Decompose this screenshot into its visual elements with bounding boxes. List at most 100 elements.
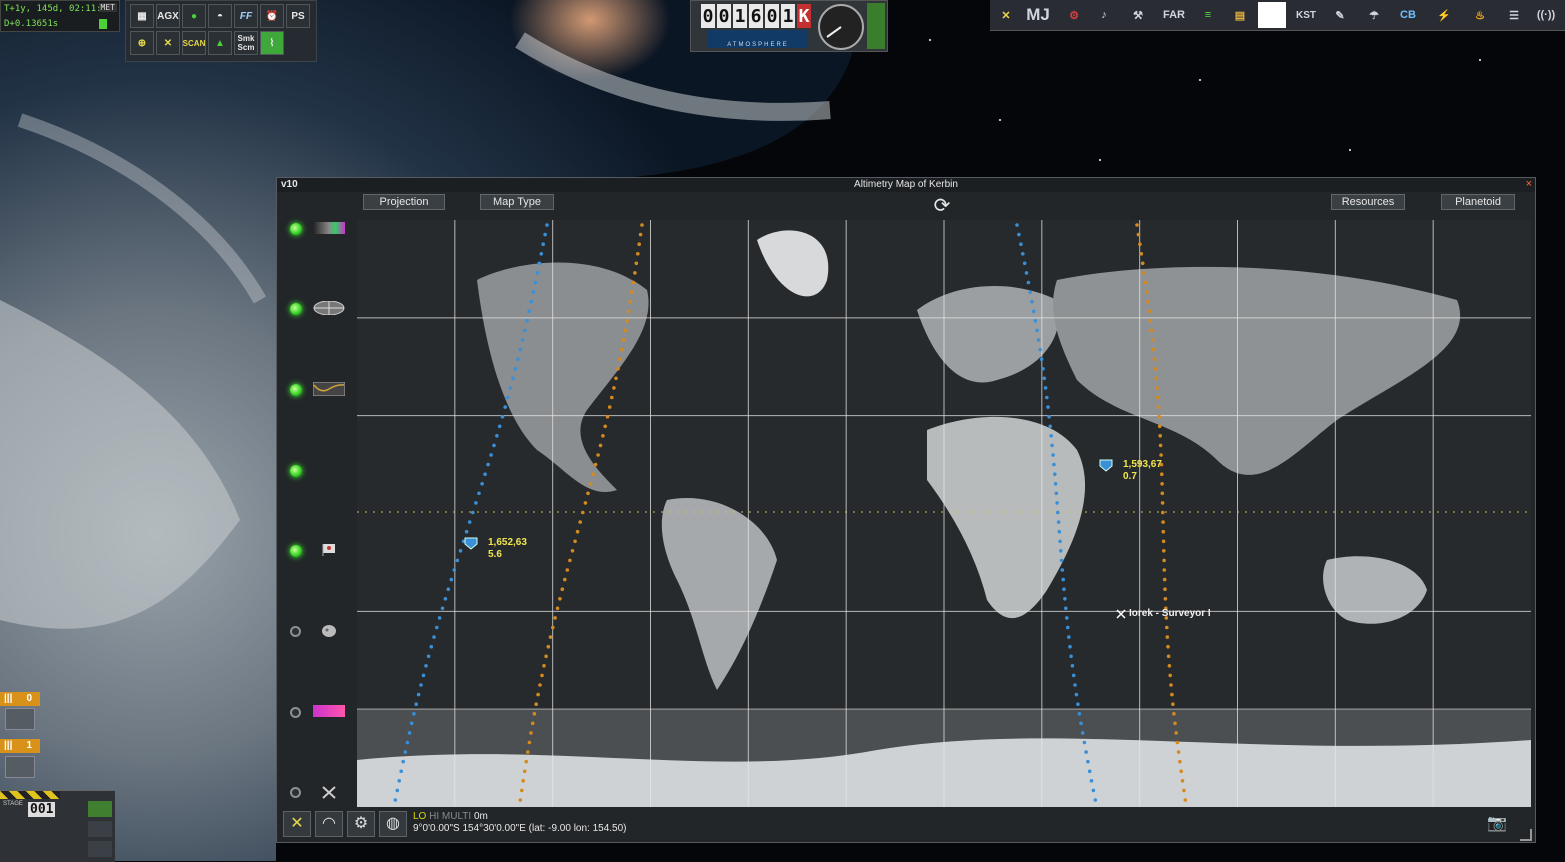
- track-dot-blue: [464, 529, 469, 534]
- track-dot-orange: [548, 635, 553, 639]
- palette-icon[interactable]: ◍: [379, 811, 407, 837]
- toggle-tools-led[interactable]: [290, 787, 301, 798]
- track-dot-blue: [518, 347, 523, 352]
- kst-button[interactable]: KST: [1292, 2, 1320, 28]
- mission-elapsed-time[interactable]: T+1y, 145d, 02:11:30 D+0.13651s MET: [0, 0, 120, 32]
- gauge-icon[interactable]: ◠: [315, 811, 343, 837]
- mode-lo[interactable]: LO: [413, 811, 426, 822]
- satellite-icon[interactable]: ✕: [283, 811, 311, 837]
- far-button[interactable]: FAR: [1160, 2, 1188, 28]
- list-icon[interactable]: ≡: [1194, 2, 1222, 28]
- wrench-icon[interactable]: ⚒: [1124, 2, 1152, 28]
- capsule-icon[interactable]: ◓: [208, 4, 232, 28]
- fuel-icon[interactable]: ♨: [1466, 2, 1494, 28]
- signal-icon[interactable]: ((·)): [1532, 2, 1560, 28]
- track-dot-blue: [443, 597, 448, 601]
- blank-button[interactable]: [1258, 2, 1286, 28]
- ps-button[interactable]: PS: [286, 4, 310, 28]
- track-dot-blue: [1071, 673, 1076, 678]
- track-dot-blue: [508, 386, 513, 390]
- refresh-icon[interactable]: ⟳: [930, 195, 954, 217]
- track-dot-blue: [513, 367, 518, 371]
- track-dot-orange: [586, 491, 590, 496]
- stage-part-button[interactable]: [5, 756, 35, 778]
- rocket-icon[interactable]: ▲: [208, 31, 232, 55]
- stage-group-1[interactable]: ||| 1: [0, 739, 40, 753]
- camera-icon[interactable]: [88, 841, 112, 857]
- satellite-icon[interactable]: ✕: [156, 31, 180, 55]
- mode-multi[interactable]: MULTI: [442, 811, 471, 822]
- flag-icon[interactable]: [313, 543, 345, 557]
- grid-icon[interactable]: ▦: [130, 4, 154, 28]
- spectrum-icon[interactable]: ▤: [1226, 2, 1254, 28]
- notes-icon[interactable]: ☰: [1500, 2, 1528, 28]
- color-spectrum-icon[interactable]: [313, 222, 345, 236]
- track-dot-blue: [1043, 386, 1048, 390]
- track-dot-orange: [610, 395, 614, 400]
- ff-button[interactable]: FF: [234, 4, 258, 28]
- toggle-resource-led[interactable]: [290, 707, 301, 718]
- close-icon[interactable]: ×: [1526, 178, 1532, 190]
- play-icon[interactable]: [88, 801, 112, 817]
- track-dot-orange: [1158, 434, 1162, 438]
- track-dot-blue: [497, 424, 502, 429]
- stage-group-0[interactable]: ||| 0: [0, 692, 40, 706]
- track-dot-orange: [596, 453, 600, 457]
- track-dot-blue: [1050, 443, 1054, 448]
- track-dot-blue: [1076, 702, 1080, 706]
- track-dot-orange: [536, 692, 540, 697]
- altimeter-digit: 1: [733, 4, 747, 28]
- settings-gear-icon[interactable]: ⚙: [347, 811, 375, 837]
- gear-icon[interactable]: ⚙: [1060, 2, 1088, 28]
- track-dot-orange: [560, 587, 565, 591]
- satellite-dish-icon[interactable]: ⚡: [1430, 2, 1458, 28]
- microphone-icon[interactable]: ●: [182, 4, 206, 28]
- grid-globe-icon[interactable]: [313, 301, 345, 315]
- altimetry-map[interactable]: 1,652,63 5.6 1,593,67 0.7 Iorek - Survey…: [357, 220, 1531, 807]
- toggle-grid-led[interactable]: [290, 303, 302, 315]
- track-dot-orange: [570, 549, 575, 553]
- resize-handle[interactable]: [1520, 829, 1532, 841]
- toggle-orbit-led[interactable]: [290, 384, 302, 396]
- resources-button[interactable]: Resources: [1331, 194, 1405, 210]
- resource-gradient-icon[interactable]: [313, 705, 345, 719]
- scansat-button[interactable]: SCAN: [182, 31, 206, 55]
- toggle-colors-led[interactable]: [290, 223, 302, 235]
- map-canvas[interactable]: [357, 220, 1531, 807]
- satellite-icon[interactable]: ✕: [992, 2, 1020, 28]
- window-titlebar[interactable]: v10 Altimetry Map of Kerbin ×: [277, 178, 1535, 192]
- smoke-screen-button[interactable]: Smk Scm: [234, 31, 258, 55]
- track-dot-blue: [435, 625, 439, 630]
- reset-icon[interactable]: [88, 821, 112, 837]
- cb-button[interactable]: CB: [1394, 2, 1422, 28]
- track-dot-orange: [638, 232, 643, 237]
- pen-icon[interactable]: ✎: [1326, 2, 1354, 28]
- track-dot-blue: [1024, 271, 1029, 275]
- projection-button[interactable]: Projection: [363, 194, 445, 210]
- stage-bars-icon: |||: [4, 693, 13, 704]
- microphone-icon[interactable]: ♪: [1090, 2, 1118, 28]
- toggle-anomalies-led[interactable]: [290, 626, 301, 637]
- planetoid-button[interactable]: Planetoid: [1441, 194, 1515, 210]
- orbit-track-icon[interactable]: [313, 382, 345, 396]
- mode-hi[interactable]: HI: [429, 811, 439, 822]
- wire-icon[interactable]: ⌇: [260, 31, 284, 55]
- track-dot-orange: [558, 597, 562, 601]
- track-dot-orange: [583, 501, 588, 505]
- alarm-clock-icon[interactable]: ⏰: [260, 4, 284, 28]
- camera-icon[interactable]: 📷: [1487, 813, 1511, 833]
- asteroid-icon[interactable]: [313, 624, 345, 638]
- mechjeb-button[interactable]: MJ: [1024, 2, 1052, 28]
- agx-button[interactable]: AGX: [156, 4, 180, 28]
- stage-part-button[interactable]: [5, 708, 35, 730]
- toggle-flags-led[interactable]: [290, 545, 302, 557]
- track-dot-orange: [1142, 271, 1146, 275]
- track-dot-orange: [1144, 290, 1149, 294]
- toggle-waypoints-led[interactable]: [290, 465, 302, 477]
- globe-icon[interactable]: ⊕: [130, 31, 154, 55]
- track-dot-orange: [601, 434, 605, 438]
- map-type-button[interactable]: Map Type: [480, 194, 554, 210]
- tools-icon[interactable]: [313, 785, 345, 799]
- parachute-icon[interactable]: ☂: [1360, 2, 1388, 28]
- altimeter-unit: K: [797, 4, 811, 28]
